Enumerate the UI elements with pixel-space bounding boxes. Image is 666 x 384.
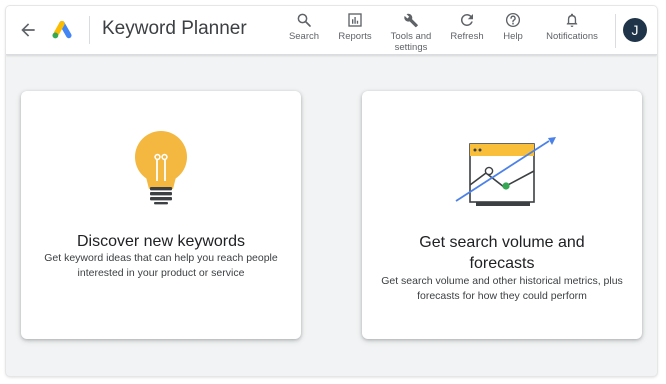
app-window: Keyword Planner Search Reports Tools and… xyxy=(6,6,657,376)
wrench-icon xyxy=(404,13,418,28)
search-button[interactable]: Search xyxy=(284,11,324,55)
card-description: Get search volume and other historical m… xyxy=(381,275,623,302)
help-label: Help xyxy=(503,31,523,42)
notifications-label: Notifications xyxy=(546,31,598,42)
refresh-button[interactable]: Refresh xyxy=(446,11,488,55)
discover-keywords-card[interactable]: Discover new keywords Get keyword ideas … xyxy=(21,91,301,339)
page-title: Keyword Planner xyxy=(102,18,247,39)
arrow-back-icon[interactable] xyxy=(18,20,38,40)
avatar[interactable]: J xyxy=(623,18,647,42)
card-description: Get keyword ideas that can help you reac… xyxy=(44,252,278,279)
tools-and-settings-button[interactable]: Tools and settings xyxy=(385,11,437,55)
bell-icon xyxy=(566,13,578,27)
help-button[interactable]: Help xyxy=(496,11,530,55)
search-icon xyxy=(297,13,311,27)
reports-button[interactable]: Reports xyxy=(334,11,376,55)
trend-chart-illustration-icon xyxy=(455,137,556,206)
card-title: Get search volume and forecasts xyxy=(419,234,585,272)
lightbulb-illustration-icon xyxy=(135,131,187,205)
google-ads-logo-icon xyxy=(52,20,72,39)
notifications-button[interactable]: Notifications xyxy=(540,11,604,55)
card-title: Discover new keywords xyxy=(76,233,246,250)
bar-chart-icon xyxy=(348,13,362,27)
refresh-icon xyxy=(460,13,473,26)
help-circle-icon xyxy=(505,12,521,28)
search-label: Search xyxy=(288,31,320,42)
avatar-divider xyxy=(615,14,616,48)
search-volume-forecasts-card[interactable]: Get search volume and forecasts Get sear… xyxy=(362,91,642,339)
reports-label: Reports xyxy=(338,31,372,42)
header-divider xyxy=(89,16,90,44)
refresh-label: Refresh xyxy=(450,31,484,42)
tools-and-settings-label: Tools and settings xyxy=(390,31,432,53)
top-app-bar: Keyword Planner Search Reports Tools and… xyxy=(6,6,657,55)
